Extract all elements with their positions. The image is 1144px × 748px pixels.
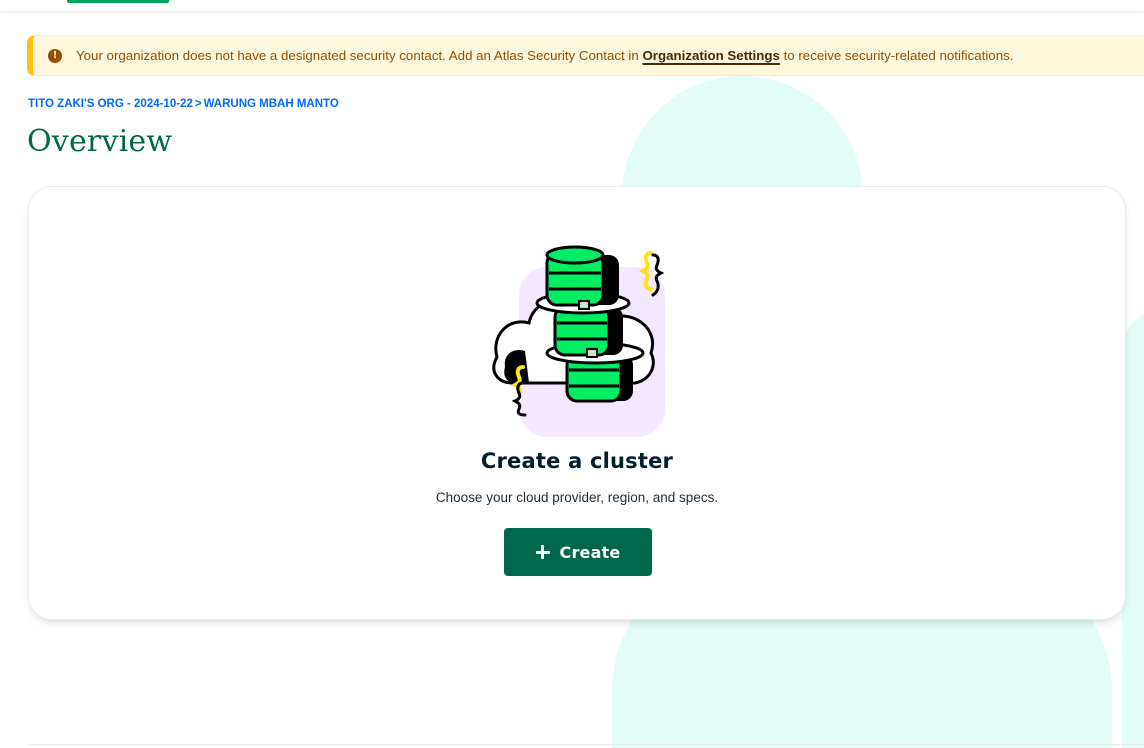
breadcrumb-separator: > <box>194 98 202 110</box>
organization-settings-link[interactable]: Organization Settings <box>642 48 779 63</box>
banner-text: Your organization does not have a design… <box>76 48 643 63</box>
empty-state-subtitle: Choose your cloud provider, region, and … <box>435 490 719 505</box>
page-title: Overview <box>27 124 173 159</box>
breadcrumb: TITO ZAKI'S ORG - 2024-10-22 > WARUNG MB… <box>28 98 339 110</box>
banner-message: Your organization does not have a design… <box>76 48 1013 63</box>
divider <box>27 744 1144 745</box>
breadcrumb-project[interactable]: WARUNG MBAH MANTO <box>204 98 339 110</box>
breadcrumb-org[interactable]: TITO ZAKI'S ORG - 2024-10-22 <box>28 98 193 110</box>
create-cluster-button[interactable]: Create <box>504 528 652 576</box>
warning-icon: ! <box>48 48 62 63</box>
top-navigation <box>0 0 1144 11</box>
page: ! Your organization does not have a desi… <box>0 0 1144 748</box>
plus-icon <box>535 545 550 559</box>
security-contact-banner: ! Your organization does not have a desi… <box>27 35 1144 76</box>
empty-state-title: Create a cluster <box>480 449 674 473</box>
active-tab-indicator <box>67 0 169 3</box>
create-button-label: Create <box>559 542 621 562</box>
create-cluster-card: Create a cluster Choose your cloud provi… <box>28 186 1126 620</box>
banner-text: to receive security-related notification… <box>779 48 1014 63</box>
database-cluster-illustration <box>492 245 665 437</box>
